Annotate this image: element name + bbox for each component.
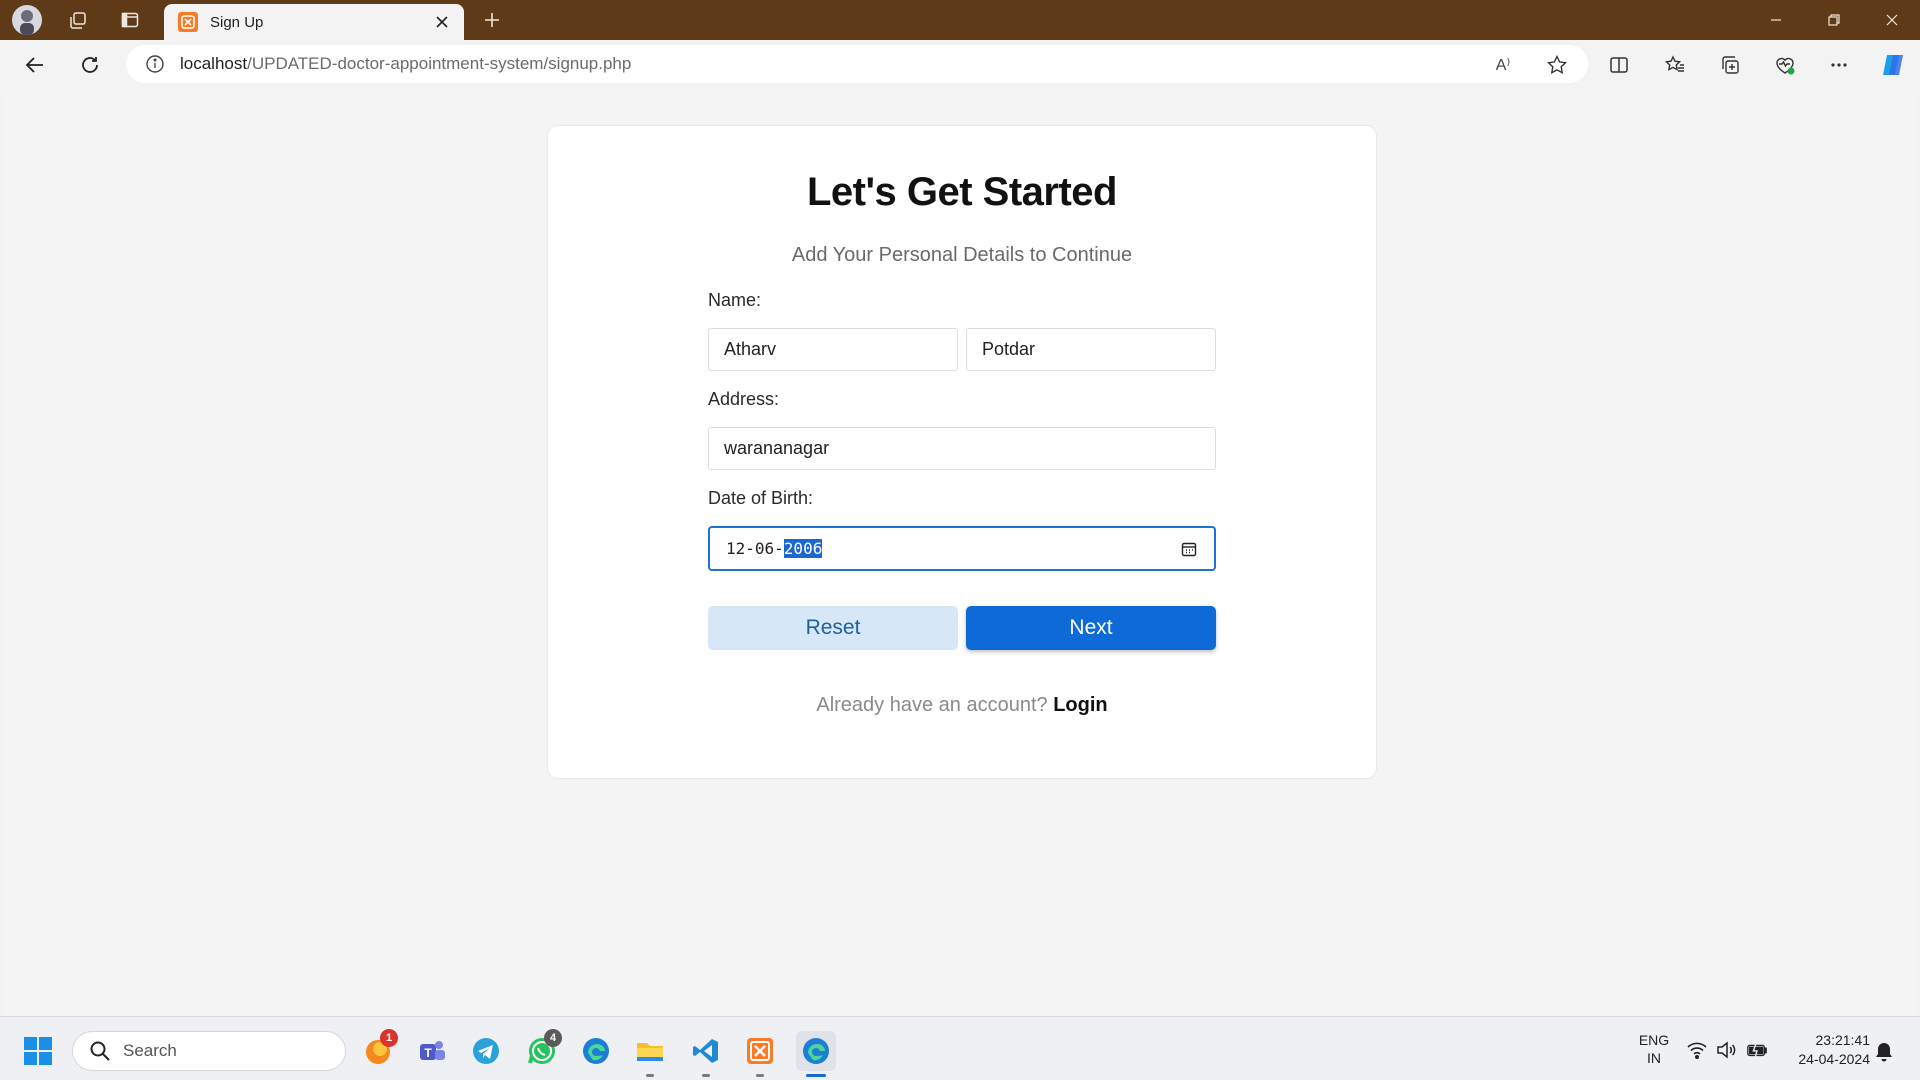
copilot-icon[interactable] xyxy=(1878,50,1908,80)
page-subtitle: Add Your Personal Details to Continue xyxy=(791,244,1133,266)
login-prompt-line: Already have an account? Login xyxy=(548,694,1376,717)
windows-taskbar: Search 1 T 4 ENG IN 23:21:41 24-04-2024 xyxy=(0,1016,1920,1080)
url-host: localhost xyxy=(180,54,248,73)
calendar-icon[interactable] xyxy=(1180,540,1198,558)
lang-code: ENG xyxy=(1638,1032,1670,1048)
running-indicator xyxy=(646,1074,654,1077)
new-tab-icon[interactable] xyxy=(478,6,506,34)
firefox-app-icon[interactable]: 1 xyxy=(358,1029,398,1071)
login-link[interactable]: Login xyxy=(1053,694,1107,716)
site-info-icon[interactable] xyxy=(144,53,166,75)
input-language[interactable]: ENG IN xyxy=(1634,1031,1674,1067)
dob-label: Date of Birth: xyxy=(708,488,814,508)
minimize-icon[interactable] xyxy=(1762,6,1790,34)
browser-essentials-icon[interactable] xyxy=(1770,50,1800,80)
search-icon xyxy=(90,1041,110,1061)
url-text[interactable]: localhost/UPDATED-doctor-appointment-sys… xyxy=(180,54,631,74)
favorites-icon[interactable] xyxy=(1660,50,1690,80)
restore-icon[interactable] xyxy=(1820,6,1848,34)
refresh-icon[interactable] xyxy=(75,50,105,80)
xampp-favicon-icon xyxy=(178,12,198,32)
telegram-app-icon[interactable] xyxy=(466,1031,506,1071)
split-screen-icon[interactable] xyxy=(1604,50,1634,80)
url-path: /UPDATED-doctor-appointment-system/signu… xyxy=(247,54,632,73)
close-window-icon[interactable] xyxy=(1878,6,1906,34)
vscode-app-icon[interactable] xyxy=(686,1031,726,1077)
reset-button[interactable]: Reset xyxy=(708,606,958,650)
name-label: Name: xyxy=(708,290,762,310)
dob-day-month: 12-06- xyxy=(726,539,784,558)
active-indicator xyxy=(806,1074,826,1077)
address-input[interactable]: warananagar xyxy=(708,427,1216,470)
wifi-icon[interactable] xyxy=(1686,1039,1708,1061)
browser-tab-active[interactable]: Sign Up xyxy=(164,4,464,40)
edge-app-icon[interactable] xyxy=(576,1031,616,1071)
running-indicator xyxy=(702,1074,710,1077)
clock-date: 24-04-2024 xyxy=(1798,1051,1870,1067)
add-favorite-star-icon[interactable] xyxy=(1544,52,1570,78)
date-of-birth-input[interactable]: 12-06- 2006 xyxy=(708,526,1216,571)
xampp-app-icon[interactable] xyxy=(740,1031,780,1077)
whatsapp-app-icon[interactable]: 4 xyxy=(522,1029,562,1071)
close-tab-icon[interactable] xyxy=(430,10,454,34)
next-button[interactable]: Next xyxy=(966,606,1216,650)
login-prompt-text: Already have an account? xyxy=(816,694,1054,716)
first-name-input[interactable]: Atharv xyxy=(708,328,958,371)
profile-avatar-icon[interactable] xyxy=(12,5,42,35)
tab-title: Sign Up xyxy=(210,13,264,31)
whatsapp-badge: 4 xyxy=(544,1029,562,1047)
more-options-icon[interactable] xyxy=(1824,50,1854,80)
windows-start-icon[interactable] xyxy=(22,1035,54,1067)
collections-icon[interactable] xyxy=(1715,50,1745,80)
volume-icon[interactable] xyxy=(1715,1039,1737,1061)
tab-actions-icon[interactable] xyxy=(64,6,92,34)
taskbar-search[interactable]: Search xyxy=(72,1031,346,1071)
last-name-input[interactable]: Potdar xyxy=(966,328,1216,371)
svg-text:T: T xyxy=(424,1046,432,1060)
page-viewport: Let's Get Started Add Your Personal Deta… xyxy=(4,88,1916,1016)
signup-card: Let's Get Started Add Your Personal Deta… xyxy=(548,126,1376,778)
search-placeholder: Search xyxy=(123,1041,177,1060)
lang-region: IN xyxy=(1647,1050,1661,1066)
address-bar[interactable]: localhost/UPDATED-doctor-appointment-sys… xyxy=(126,45,1588,83)
running-indicator xyxy=(756,1074,764,1077)
notification-bell-icon[interactable] xyxy=(1874,1041,1894,1063)
clock-time: 23:21:41 xyxy=(1815,1032,1871,1048)
read-aloud-icon[interactable]: A⁾ xyxy=(1490,52,1516,78)
battery-icon[interactable] xyxy=(1746,1039,1768,1061)
back-arrow-icon[interactable] xyxy=(20,50,50,80)
edge-active-app-icon[interactable] xyxy=(796,1031,836,1077)
system-clock[interactable]: 23:21:41 24-04-2024 xyxy=(1780,1031,1870,1069)
firefox-badge: 1 xyxy=(380,1029,398,1047)
dob-year-selected: 2006 xyxy=(783,539,823,558)
address-label: Address: xyxy=(708,389,780,409)
file-explorer-app-icon[interactable] xyxy=(630,1031,670,1077)
teams-app-icon[interactable]: T xyxy=(412,1031,452,1071)
vertical-tabs-icon[interactable] xyxy=(116,6,144,34)
browser-titlebar: Sign Up xyxy=(0,0,1920,40)
page-title: Let's Get Started xyxy=(807,170,1117,214)
browser-toolbar: localhost/UPDATED-doctor-appointment-sys… xyxy=(0,40,1920,88)
